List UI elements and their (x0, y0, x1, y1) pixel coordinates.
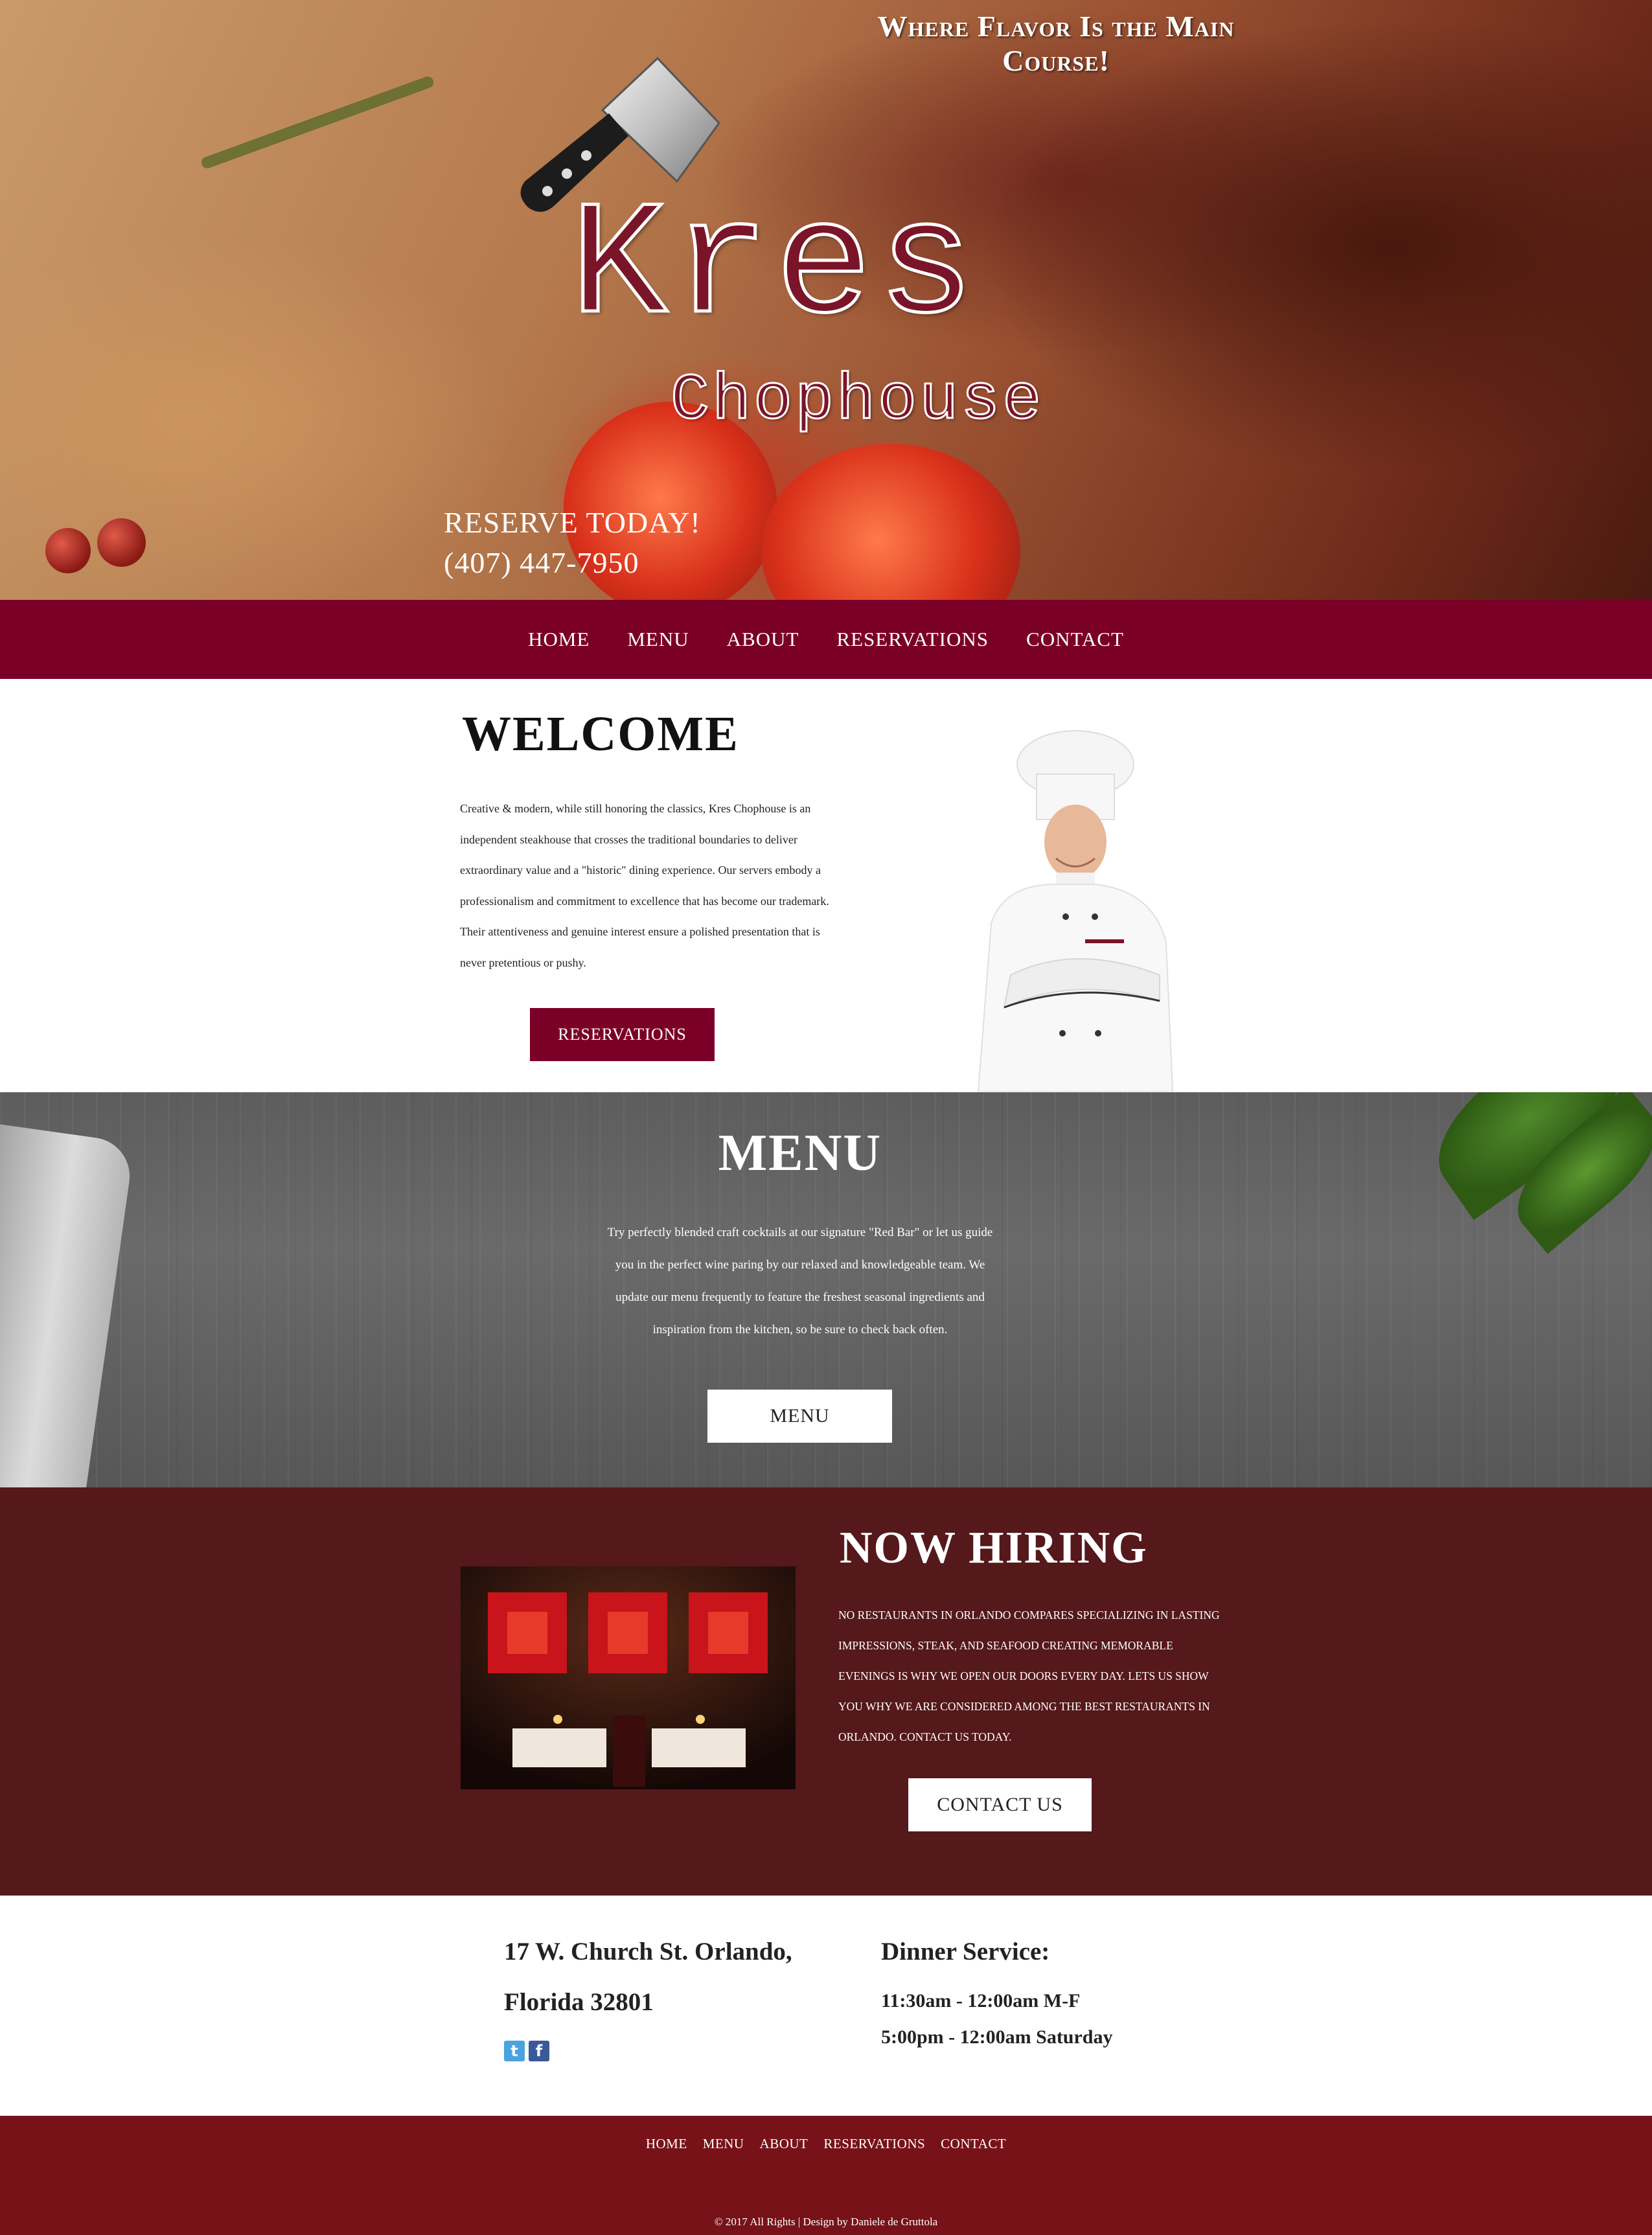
nav-item-home[interactable]: HOME (528, 628, 590, 651)
footer-link-about[interactable]: ABOUT (760, 2136, 809, 2152)
hours-weekday: 11:30am - 12:00am M-F (881, 1990, 1081, 2012)
welcome-heading: WELCOME (462, 707, 739, 761)
hours-heading: Dinner Service: (881, 1938, 1050, 1966)
menu-button[interactable]: MENU (707, 1390, 892, 1443)
address-line-1: 17 W. Church St. Orlando, (504, 1938, 792, 1966)
main-nav: HOME MENU ABOUT RESERVATIONS CONTACT (0, 600, 1652, 679)
phone-number[interactable]: (407) 447-7950 (444, 545, 639, 580)
twitter-icon[interactable]: t (504, 2041, 525, 2061)
nav-item-menu[interactable]: MENU (627, 628, 689, 651)
logo-subtitle: Chophouse (669, 365, 1044, 438)
social-links: t f (504, 2041, 549, 2061)
menu-paragraph: Try perfectly blended craft cocktails at… (607, 1226, 993, 1336)
hero-tagline: Where Flavor Is the Main Course! (877, 10, 1235, 77)
reservations-button[interactable]: RESERVATIONS (530, 1008, 715, 1061)
footer-link-menu[interactable]: MENU (703, 2136, 744, 2152)
chef-photo (977, 730, 1174, 1092)
reserve-heading: RESERVE TODAY! (444, 506, 701, 539)
nav-item-about[interactable]: ABOUT (727, 628, 799, 651)
welcome-paragraph: Creative & modern, while still honoring … (460, 802, 829, 969)
menu-heading: MENU (718, 1125, 882, 1182)
info-section (0, 1896, 1652, 2116)
peppercorn-decoration (97, 518, 146, 567)
footer-nav: HOME MENU ABOUT RESERVATIONS CONTACT (0, 2136, 1652, 2152)
tomato-decoration (761, 444, 1020, 600)
hiring-heading: NOW HIRING (840, 1523, 1148, 1573)
nav-item-reservations[interactable]: RESERVATIONS (836, 628, 989, 651)
hours-saturday: 5:00pm - 12:00am Saturday (881, 2026, 1113, 2048)
contact-us-button[interactable]: CONTACT US (908, 1778, 1092, 1831)
hiring-paragraph: NO RESTAURANTS IN ORLANDO COMPAREs SPECI… (838, 1609, 1220, 1743)
footer-link-contact[interactable]: CONTACT (941, 2136, 1006, 2152)
copyright-text: © 2017 All Rights | Design by Daniele de… (714, 2216, 938, 2228)
herb-decoration (200, 74, 435, 170)
footer-link-reservations[interactable]: RESERVATIONS (823, 2136, 925, 2152)
footer-link-home[interactable]: HOME (646, 2136, 687, 2152)
logo-wordmark: Kres (568, 177, 980, 360)
facebook-icon[interactable]: f (529, 2041, 549, 2061)
nav-item-contact[interactable]: CONTACT (1026, 628, 1124, 651)
address-line-2: Florida 32801 (504, 1988, 654, 2016)
hiring-section (0, 1487, 1652, 1896)
restaurant-interior-photo (461, 1566, 796, 1789)
peppercorn-decoration (45, 528, 91, 573)
